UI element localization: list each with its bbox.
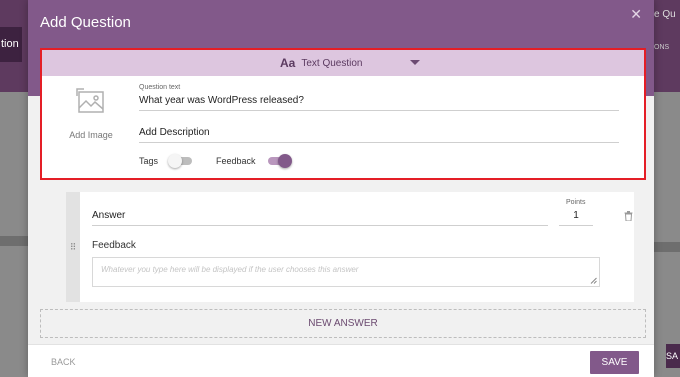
points-label: Points (566, 199, 586, 206)
drag-handle-icon[interactable]: ⠿ (66, 192, 80, 302)
question-text-input[interactable]: What year was WordPress released? (139, 95, 619, 111)
back-button[interactable]: BACK (51, 357, 76, 367)
tags-label: Tags (139, 156, 159, 166)
feedback-toggle[interactable] (266, 154, 292, 168)
feedback-toggle-knob (277, 154, 292, 168)
answer-feedback-placeholder: Whatever you type here will be displayed… (101, 265, 359, 274)
background-save-button: SA (666, 344, 680, 368)
modal-footer: BACK SAVE (28, 344, 654, 377)
answer-feedback-label: Feedback (92, 240, 136, 251)
add-image-button[interactable]: Add Image (56, 86, 126, 156)
answer-input[interactable]: Answer (92, 210, 548, 226)
modal-title: Add Question (40, 14, 131, 31)
add-question-modal: Add Question ✕ Aa Text Question Add Imag… (28, 0, 654, 377)
answer-card: ⠿ Answer Points 1 Feedback Whatever you … (66, 192, 634, 302)
tags-toggle[interactable] (168, 154, 193, 168)
chevron-down-icon[interactable] (410, 60, 420, 65)
question-type-select[interactable]: Aa Text Question (280, 56, 363, 70)
background-right-button: e Qu (654, 4, 680, 26)
question-card: Aa Text Question Add Image Question text… (40, 48, 646, 180)
add-description-field[interactable]: Add Description (139, 127, 619, 143)
new-answer-button[interactable]: NEW ANSWER (40, 309, 646, 338)
tags-toggle-row: Tags (139, 154, 193, 168)
background-left-strip (0, 236, 28, 246)
background-right-label: ONS (654, 44, 670, 51)
answer-feedback-textarea[interactable]: Whatever you type here will be displayed… (92, 257, 600, 287)
close-icon[interactable]: ✕ (630, 6, 642, 23)
feedback-toggle-label: Feedback (216, 156, 256, 166)
image-placeholder-icon (76, 88, 104, 113)
question-type-bar: Aa Text Question (42, 50, 644, 76)
question-text-label: Question text (139, 84, 181, 91)
add-image-label: Add Image (69, 130, 113, 140)
tags-toggle-knob (168, 154, 183, 168)
points-input[interactable]: 1 (559, 210, 593, 226)
background-right-strip (654, 242, 680, 252)
feedback-toggle-row: Feedback (216, 154, 292, 168)
save-button[interactable]: SAVE (590, 351, 639, 374)
resize-handle-icon[interactable] (590, 277, 597, 284)
background-left-button: tion (0, 27, 22, 62)
question-type-label: Text Question (301, 57, 363, 69)
text-type-icon: Aa (280, 56, 296, 70)
trash-icon[interactable] (624, 211, 633, 221)
